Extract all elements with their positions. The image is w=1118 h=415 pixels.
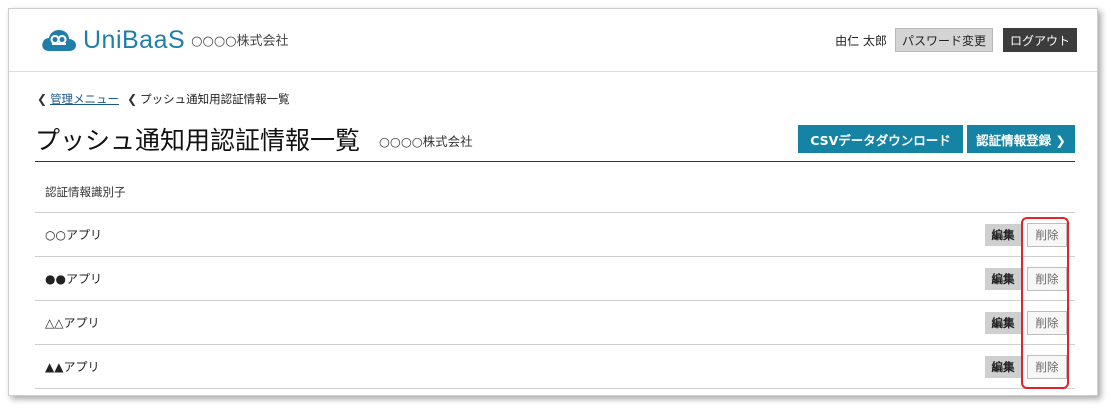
- delete-button[interactable]: 削除: [1027, 355, 1067, 379]
- breadcrumb: ❮ 管理メニュー ❮ プッシュ通知用認証情報一覧: [37, 91, 290, 107]
- user-name: 由仁 太郎: [835, 33, 887, 48]
- edit-button[interactable]: 編集: [985, 312, 1021, 334]
- row-name: △△アプリ: [45, 316, 100, 330]
- user-area: 由仁 太郎 パスワード変更 ログアウト: [835, 28, 1077, 52]
- edit-button[interactable]: 編集: [985, 268, 1021, 290]
- edit-button[interactable]: 編集: [985, 224, 1021, 246]
- header-company: ○○○○株式会社: [191, 33, 289, 49]
- row-name: ▲▲アプリ: [45, 360, 100, 374]
- logout-button[interactable]: ログアウト: [1002, 28, 1077, 52]
- row-name: ●●アプリ: [45, 272, 102, 286]
- delete-button[interactable]: 削除: [1027, 267, 1067, 291]
- column-header-identifier: 認証情報識別子: [35, 171, 1075, 213]
- app-name: UniBaaS: [83, 25, 186, 54]
- table-row: ▲▲アプリ 編集 削除: [35, 345, 1075, 389]
- credential-table: 認証情報識別子 ○○アプリ 編集 削除 ●●アプリ 編集 削除 △△アプリ 編集…: [35, 171, 1075, 389]
- edit-button[interactable]: 編集: [985, 356, 1021, 378]
- csv-download-button[interactable]: CSVデータダウンロード: [798, 125, 963, 153]
- row-name: ○○アプリ: [45, 228, 102, 242]
- delete-button[interactable]: 削除: [1027, 223, 1067, 247]
- change-password-button[interactable]: パスワード変更: [894, 28, 993, 52]
- register-credential-button[interactable]: 認証情報登録 ❯: [967, 125, 1075, 153]
- cloud-logo-icon: [42, 30, 76, 51]
- table-row: △△アプリ 編集 削除: [35, 301, 1075, 345]
- breadcrumb-current: プッシュ通知用認証情報一覧: [140, 92, 290, 106]
- table-row: ●●アプリ 編集 削除: [35, 257, 1075, 301]
- title-row: プッシュ通知用認証情報一覧 ○○○○株式会社 CSVデータダウンロード 認証情報…: [35, 121, 1075, 162]
- header: UniBaaS ○○○○株式会社 由仁 太郎 パスワード変更 ログアウト: [9, 9, 1097, 72]
- logo[interactable]: UniBaaS ○○○○株式会社: [39, 25, 289, 55]
- table-row: ○○アプリ 編集 削除: [35, 213, 1075, 257]
- delete-button[interactable]: 削除: [1027, 311, 1067, 335]
- chevron-left-icon: ❮: [127, 92, 138, 106]
- app-window: UniBaaS ○○○○株式会社 由仁 太郎 パスワード変更 ログアウト ❮ 管…: [8, 8, 1098, 396]
- chevron-left-icon: ❮: [37, 92, 48, 106]
- breadcrumb-admin-menu-link[interactable]: 管理メニュー: [50, 91, 119, 107]
- page-title: プッシュ通知用認証情報一覧: [35, 126, 361, 155]
- page-company: ○○○○株式会社: [379, 134, 473, 149]
